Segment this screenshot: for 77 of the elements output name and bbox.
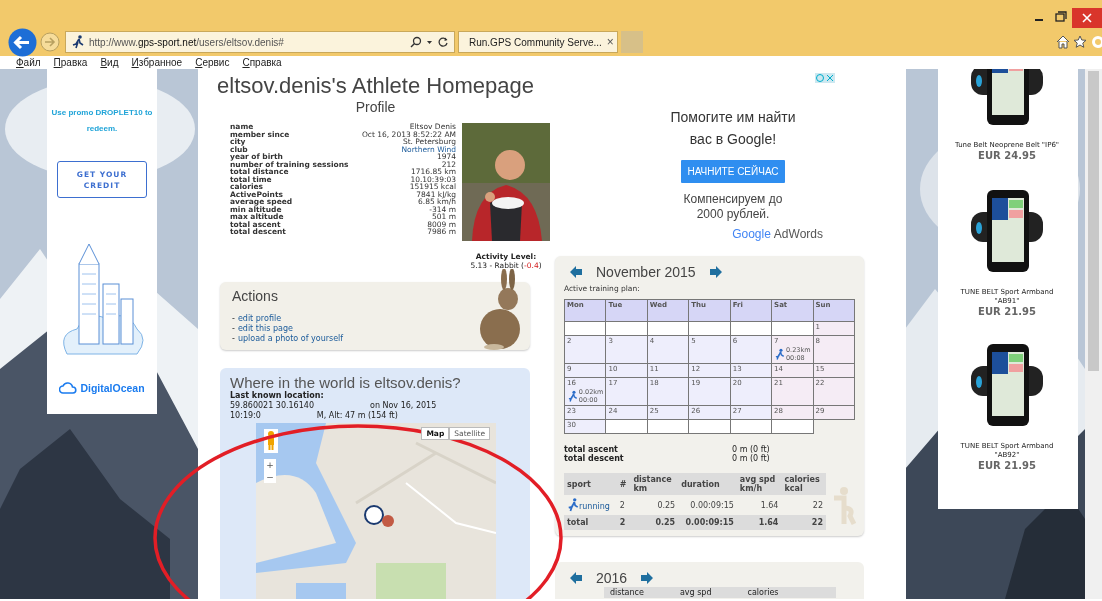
- table-cell: 0.25: [657, 500, 676, 510]
- ad-headline: Помогите им найти вас в Google!: [669, 108, 797, 149]
- list-bullet: -: [232, 334, 235, 344]
- column-header: avg spd: [679, 588, 712, 597]
- runner-icon: [71, 35, 85, 49]
- close-button[interactable]: [1072, 8, 1102, 28]
- table-cell: 1.64: [758, 518, 779, 527]
- page-title: eltsov.denis's Athlete Homepage: [217, 73, 534, 99]
- brand-logo: Google: [732, 227, 771, 241]
- table-cell: 0.00:09:15: [690, 500, 734, 510]
- table-cell: 22: [811, 518, 823, 527]
- previous-arrow-icon[interactable]: [570, 572, 582, 584]
- action-link[interactable]: edit this page: [237, 324, 293, 334]
- list-bullet: -: [232, 324, 235, 334]
- sport-link[interactable]: running: [579, 501, 610, 512]
- promo-text: Use promo DROPLET10 to redeem.: [50, 107, 154, 135]
- total-value: 0 m (0 ft): [732, 454, 770, 463]
- action-link[interactable]: upload a photo of yourself: [237, 334, 344, 344]
- runner-icon: [567, 498, 579, 512]
- refresh-icon[interactable]: [437, 36, 449, 48]
- table-cell: 22: [812, 500, 823, 510]
- card-title: Where in the world is eltsov.denis?: [230, 374, 462, 391]
- next-arrow-icon[interactable]: [641, 572, 654, 584]
- location-text: M, Alt: 47 m (154 ft): [316, 411, 398, 421]
- ad-text: Компенсируем до 2000 рублей.: [682, 192, 784, 222]
- column-header: avg spd km/h: [736, 473, 782, 495]
- zoom-in-button[interactable]: +: [264, 459, 276, 471]
- cloud-icon: [59, 382, 78, 394]
- month-title: November 2015: [596, 264, 696, 280]
- total-label: total descent: [564, 454, 625, 463]
- column-header: calories kcal: [781, 473, 826, 495]
- total-label: total ascent: [564, 445, 619, 454]
- search-icon[interactable]: [410, 36, 422, 48]
- column-header: distance: [610, 588, 644, 597]
- location-text: 59.860021 30.16140: [230, 401, 314, 411]
- address-field[interactable]: http://www.gps-sport.net/users/eltsov.denis#: [65, 31, 455, 53]
- location-text: 10:19:0: [230, 411, 261, 421]
- home-icon[interactable]: [1056, 35, 1070, 49]
- product-price: EUR 24.95: [978, 150, 1036, 162]
- card-title: Actions: [232, 288, 279, 304]
- scrollbar[interactable]: [1085, 69, 1102, 599]
- back-button[interactable]: [8, 27, 37, 57]
- menu-item[interactable]: Сервис: [195, 56, 230, 69]
- total-value: 0 m (0 ft): [732, 445, 770, 454]
- table-cell: 0.25: [655, 518, 676, 527]
- table-cell: 0.00:09:15: [685, 518, 734, 527]
- runner-icon: [567, 389, 578, 404]
- location-label: Last known location:: [230, 391, 325, 401]
- table-cell: 1.64: [760, 500, 779, 510]
- previous-arrow-icon[interactable]: [570, 266, 582, 278]
- column-header: distance km: [630, 473, 679, 495]
- column-header: duration: [678, 473, 737, 495]
- section-title: Profile: [355, 99, 396, 115]
- column-header: sport: [564, 473, 617, 495]
- table-cell: 2: [619, 500, 625, 510]
- menu-item[interactable]: Правка: [53, 56, 88, 69]
- table-cell: 2: [619, 518, 626, 527]
- next-arrow-icon[interactable]: [709, 266, 722, 278]
- browser-tab[interactable]: Run.GPS Community Serve... ×: [458, 31, 618, 53]
- menu-item[interactable]: Файл: [16, 56, 41, 69]
- product-price: EUR 21.95: [978, 460, 1036, 472]
- runner-icon: [774, 347, 785, 362]
- table-cell: total: [567, 518, 589, 527]
- tab-close-button[interactable]: ×: [606, 35, 614, 49]
- zoom-out-button[interactable]: −: [264, 471, 276, 483]
- list-bullet: -: [232, 314, 235, 324]
- menu-item[interactable]: Справка: [242, 56, 282, 69]
- year-title: 2016: [596, 570, 628, 586]
- star-icon[interactable]: [1073, 35, 1087, 49]
- product-price: EUR 21.95: [978, 306, 1036, 318]
- column-header: calories: [747, 588, 779, 597]
- location-text: on Nov 16, 2015: [370, 401, 437, 411]
- product-name: AdWords: [773, 227, 823, 241]
- brand-logo: DigitalOcean: [80, 382, 145, 394]
- action-link[interactable]: edit profile: [237, 314, 282, 324]
- menu-item[interactable]: Вид: [100, 56, 119, 69]
- menu-item[interactable]: Избранное: [131, 56, 183, 69]
